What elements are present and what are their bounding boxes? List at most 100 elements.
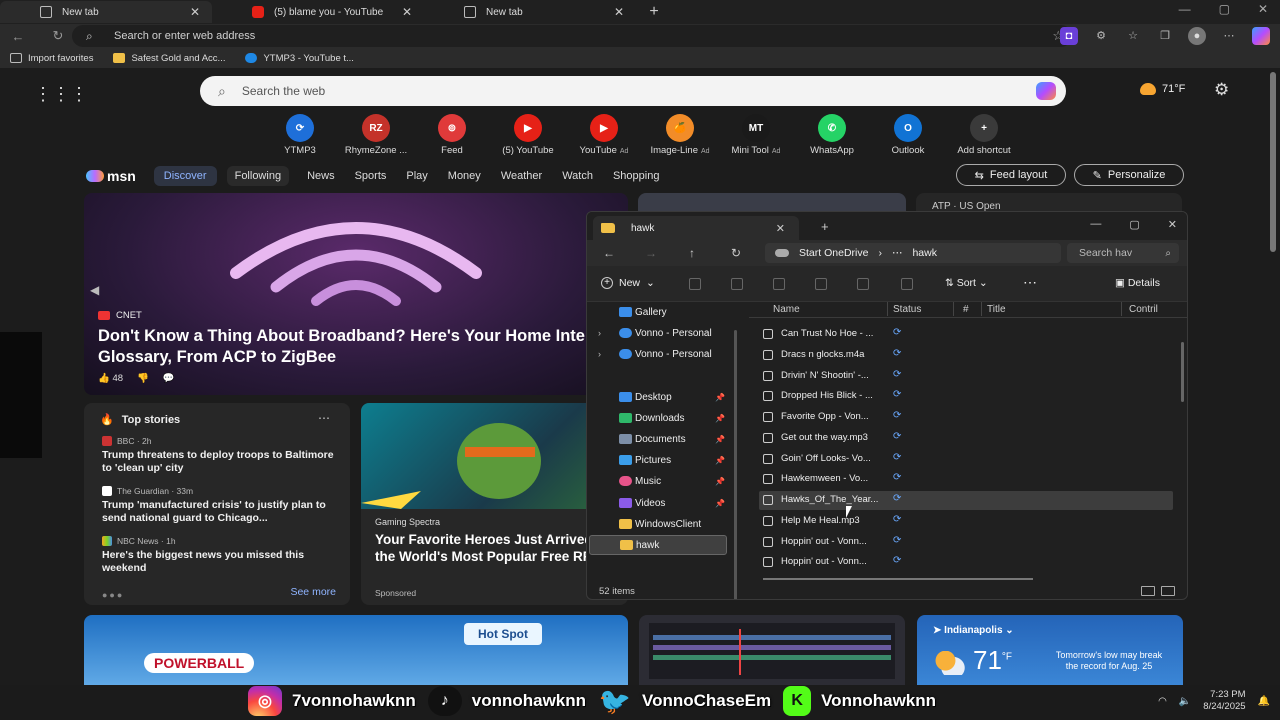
sidebar-item-music[interactable]: Music 📌: [587, 471, 743, 491]
more-options-icon[interactable]: ⋯: [318, 411, 330, 425]
story-item[interactable]: The Guardian · 33m Trump 'manufactured c…: [102, 486, 342, 525]
tab-new-2[interactable]: New tab ✕: [424, 1, 636, 23]
new-tab-button[interactable]: +: [642, 3, 666, 21]
refresh-icon[interactable]: ↻: [731, 246, 741, 260]
column-divider[interactable]: [887, 302, 888, 316]
sidebar-item-desktop[interactable]: Desktop 📌: [587, 387, 743, 407]
close-icon[interactable]: ✕: [1258, 2, 1268, 16]
explorer-new-tab-button[interactable]: +: [821, 219, 829, 234]
column-divider[interactable]: [1121, 302, 1122, 316]
file-row[interactable]: Can Trust No Hoe - ... ⟳: [759, 325, 1173, 344]
breadcrumb-overflow-icon[interactable]: ⋯: [892, 247, 903, 259]
chevron-right-icon[interactable]: ›: [598, 328, 601, 338]
volume-icon[interactable]: 🔈: [1179, 696, 1191, 707]
feed-layout-button[interactable]: ⇆ Feed layout: [956, 164, 1066, 186]
shortcut-outlook[interactable]: O Outlook: [870, 114, 946, 156]
nav-news[interactable]: News: [307, 170, 335, 182]
weather-card[interactable]: ➤ Indianapolis ⌄ 71°F Tomorrow's low may…: [917, 615, 1183, 685]
hero-card[interactable]: ◀ CNET Don't Know a Thing About Broadban…: [84, 193, 628, 395]
up-arrow-icon[interactable]: ↑: [689, 246, 695, 260]
chevron-right-icon[interactable]: ›: [598, 349, 601, 359]
sidebar-item-downloads[interactable]: Downloads 📌: [587, 408, 743, 428]
shortcut-rhymezone[interactable]: RZ RhymeZone ...: [338, 114, 414, 156]
pin-icon[interactable]: 📌: [715, 393, 725, 402]
close-icon[interactable]: ✕: [1168, 218, 1177, 231]
notification-bell-icon[interactable]: 🔔: [1258, 696, 1270, 707]
shortcut-youtube-ad[interactable]: ▶ YouTube Ad: [566, 114, 642, 156]
nav-sports[interactable]: Sports: [355, 170, 387, 182]
sort-button[interactable]: ⇅ Sort ⌄: [945, 277, 988, 289]
taskbar-clock[interactable]: 7:23 PM 8/24/2025: [1203, 689, 1245, 713]
tiles-view-icon[interactable]: [1161, 586, 1175, 596]
maximize-icon[interactable]: ▢: [1129, 218, 1139, 231]
nav-shopping[interactable]: Shopping: [613, 170, 660, 182]
share-icon[interactable]: [857, 278, 869, 290]
nav-money[interactable]: Money: [448, 170, 481, 182]
file-row[interactable]: Hawkemween - Vo... ⟳: [759, 470, 1173, 489]
new-button[interactable]: + New ⌄: [601, 277, 655, 289]
pin-icon[interactable]: 📌: [715, 477, 725, 486]
copy-icon[interactable]: [731, 278, 743, 290]
file-row[interactable]: Dracs n glocks.m4a ⟳: [759, 346, 1173, 365]
refresh-icon[interactable]: ↻: [50, 28, 66, 44]
back-arrow-icon[interactable]: ←: [603, 246, 615, 260]
pin-icon[interactable]: 📌: [715, 499, 725, 508]
shortcut-whatsapp[interactable]: ✆ WhatsApp: [794, 114, 870, 156]
hero-headline[interactable]: Don't Know a Thing About Broadband? Here…: [98, 326, 618, 368]
favorite-ytmp3[interactable]: YTMP3 - YouTube t...: [245, 53, 354, 64]
tab-new-1[interactable]: New tab ✕: [0, 1, 212, 23]
minimize-icon[interactable]: —: [1179, 2, 1191, 16]
details-view-icon[interactable]: [1141, 586, 1155, 596]
pin-icon[interactable]: 📌: [715, 414, 725, 423]
column-status[interactable]: Status: [893, 304, 921, 315]
file-row[interactable]: Dropped His Blick - ... ⟳: [759, 387, 1173, 406]
add-shortcut-button[interactable]: + Add shortcut: [946, 114, 1022, 156]
rename-icon[interactable]: [815, 278, 827, 290]
favorite-import[interactable]: Import favorites: [10, 53, 93, 64]
pagination-dots[interactable]: ●●●: [102, 590, 124, 600]
carousel-prev-icon[interactable]: ◀: [90, 283, 99, 297]
lottery-card[interactable]: POWERBALL Hot Spot: [84, 615, 628, 685]
scrollbar-thumb[interactable]: [1270, 72, 1276, 252]
nav-pane-scrollbar[interactable]: [734, 330, 737, 599]
address-input[interactable]: ⌕ Search or enter web address ☆: [72, 25, 1072, 47]
shortcut-mini-tool[interactable]: MT Mini Tool Ad: [718, 114, 794, 156]
pin-icon[interactable]: 📌: [715, 456, 725, 465]
column-contributing-artists[interactable]: Contril: [1129, 304, 1158, 315]
maximize-icon[interactable]: ▢: [1219, 2, 1230, 16]
wifi-icon[interactable]: ◠: [1158, 696, 1167, 707]
extension-icon[interactable]: ◘: [1060, 27, 1078, 45]
sidebar-item-pictures[interactable]: Pictures 📌: [587, 450, 743, 470]
copilot-icon[interactable]: [1252, 27, 1270, 45]
puzzle-icon[interactable]: ⚙: [1092, 27, 1110, 45]
explorer-tab-hawk[interactable]: hawk ✕: [593, 216, 799, 240]
column-divider[interactable]: [953, 302, 954, 316]
sidebar-item-documents[interactable]: Documents 📌: [587, 429, 743, 449]
web-search-input[interactable]: ⌕ Search the web: [200, 76, 1066, 106]
file-row[interactable]: Drivin' N' Shootin' -... ⟳: [759, 367, 1173, 386]
profile-avatar-icon[interactable]: ●: [1188, 27, 1206, 45]
sidebar-item-onedrive-1[interactable]: › Vonno - Personal: [587, 323, 743, 343]
like-button[interactable]: 👍 48: [98, 373, 123, 384]
nav-following[interactable]: Following: [226, 166, 290, 186]
nav-discover[interactable]: Discover: [153, 166, 217, 186]
shortcut-feed[interactable]: ⊚ Feed: [414, 114, 490, 156]
collections-icon[interactable]: ❐: [1156, 27, 1174, 45]
shortcut-image-line[interactable]: 🍊 Image-Line Ad: [642, 114, 718, 156]
shortcut-ytmp3[interactable]: ⟳ YTMP3: [262, 114, 338, 156]
chevron-down-icon[interactable]: ⌄: [1005, 625, 1013, 636]
pin-icon[interactable]: 📌: [715, 435, 725, 444]
file-row[interactable]: Favorite Opp - Von... ⟳: [759, 408, 1173, 427]
close-icon[interactable]: ✕: [400, 5, 414, 19]
gear-icon[interactable]: ⚙: [1214, 80, 1229, 100]
file-row[interactable]: Hoppin' out - Vonn... ⟳: [759, 553, 1173, 572]
column-title[interactable]: Title: [987, 304, 1006, 315]
page-scrollbar[interactable]: [1266, 68, 1280, 685]
story-item[interactable]: BBC · 2h Trump threatens to deploy troop…: [102, 436, 342, 475]
close-icon[interactable]: ✕: [776, 222, 785, 235]
nav-watch[interactable]: Watch: [562, 170, 593, 182]
favorite-safest-gold[interactable]: Safest Gold and Acc...: [113, 53, 225, 64]
file-list-vertical-scrollbar[interactable]: [1181, 342, 1184, 402]
minimize-icon[interactable]: —: [1090, 218, 1101, 231]
more-menu-icon[interactable]: ⋯: [1220, 27, 1238, 45]
